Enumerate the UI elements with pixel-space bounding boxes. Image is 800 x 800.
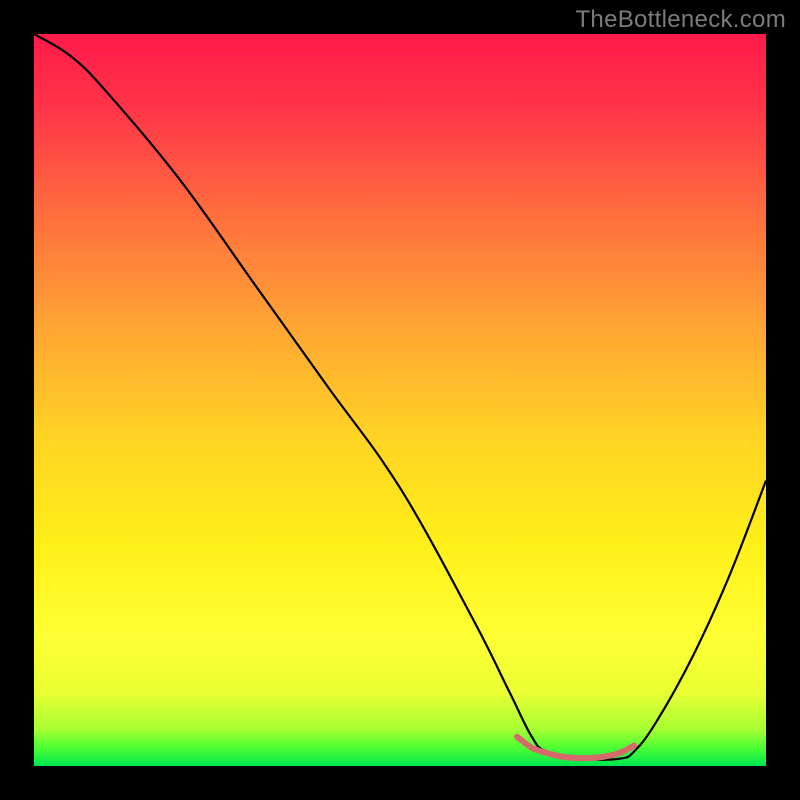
gradient-background bbox=[34, 34, 766, 766]
chart-frame bbox=[34, 34, 766, 766]
plot-area bbox=[34, 34, 766, 766]
watermark-text: TheBottleneck.com bbox=[575, 6, 786, 34]
chart-svg bbox=[34, 34, 766, 766]
